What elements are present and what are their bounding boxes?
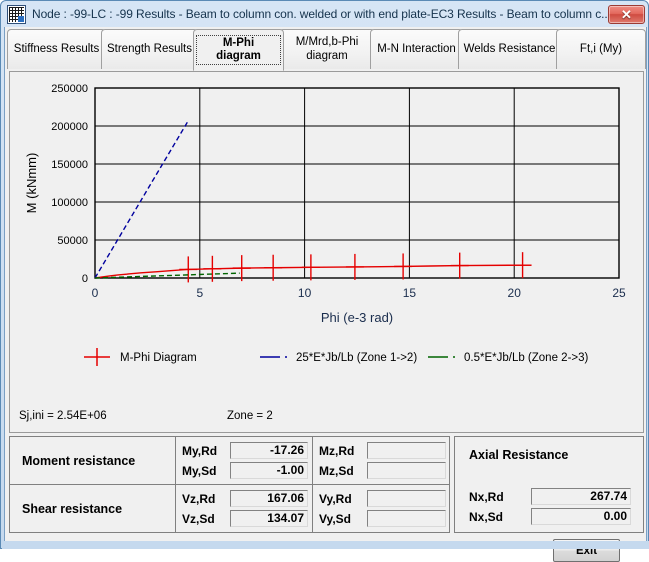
window-bottom-strip [2,541,649,549]
field-vz-sd: Vz,Sd 134.07 [182,509,308,528]
shear-z-group: Vz,Rd 167.06 Vz,Sd 134.07 [176,485,313,533]
field-vy-sd: Vy,Sd [319,509,446,528]
window-title-bar: Node : -99-LC : -99 Results - Beam to co… [2,2,649,27]
moment-z-group: Mz,Rd Mz,Sd [313,437,450,484]
tab-ft-i-my[interactable]: Ft,i (My) [556,29,646,69]
sj-ini-value: Sj,ini = 2.54E+06 [19,410,107,422]
data-point-marker [232,255,251,282]
vy-sd-value[interactable] [367,510,446,527]
tab-welds-resistance[interactable]: Welds Resistance [458,29,561,69]
x-tick-label: 20 [508,286,522,300]
icon-badge [18,16,24,22]
y-tick-label: 250000 [51,83,88,95]
plot-frame [94,87,620,279]
tab-m-n-interaction[interactable]: M-N Interaction [370,29,463,69]
data-point-marker [345,253,364,280]
close-button[interactable]: ✕ [608,5,645,24]
x-tick-label: 5 [196,286,203,300]
field-vz-rd: Vz,Rd 167.06 [182,489,308,508]
tab-m-phi-diagram[interactable]: M-Phi diagram [193,29,284,71]
m-phi-chart: 0 50000 100000 150000 200000 250000 0 5 10 15 20 25… [24,83,626,366]
field-label: Nx,Rd [469,489,504,504]
field-label: My,Rd [182,443,218,458]
field-label: Mz,Rd [319,443,355,458]
tab-label: M-N Interaction [377,42,456,55]
field-my-sd: My,Sd -1.00 [182,461,308,480]
field-mz-rd: Mz,Rd [319,441,446,460]
field-label: Vz,Sd [182,511,215,526]
data-point-marker [513,252,532,279]
vz-sd-value[interactable]: 134.07 [230,510,308,527]
tab-label: Welds Resistance [463,42,556,55]
tab-strip: Stiffness Results Strength Results M-Phi… [7,29,646,71]
tab-label: M-Phi diagram [196,34,281,66]
moment-y-group: My,Rd -17.26 My,Sd -1.00 [176,437,313,484]
nx-sd-value[interactable]: 0.00 [531,508,631,525]
resistance-results-panel: Moment resistance My,Rd -17.26 My,Sd -1.… [9,436,450,533]
y-tick-label: 200000 [51,121,88,133]
nx-rd-value[interactable]: 267.74 [531,488,631,505]
m-phi-chart-panel: 0 50000 100000 150000 200000 250000 0 5 10 15 20 25… [9,71,644,433]
moment-resistance-title: Moment resistance [10,437,176,484]
tab-label: M/Mrd,b-Phi diagram [295,36,359,62]
close-icon: ✕ [621,7,632,22]
y-tick-label: 50000 [57,235,88,247]
tab-stiffness-results[interactable]: Stiffness Results [7,29,106,69]
field-label: Mz,Sd [319,463,354,478]
legend-label: 0.5*E*Jb/Lb (Zone 2->3) [464,352,589,364]
legend-item-0: M-Phi Diagram [84,348,197,366]
field-nx-sd: Nx,Sd 0.00 [469,507,631,526]
mz-sd-value[interactable] [367,462,446,479]
field-label: Vy,Rd [319,491,352,506]
field-label: My,Sd [182,463,217,478]
axial-resistance-panel: Axial Resistance Nx,Rd 267.74 Nx,Sd 0.00 [454,436,644,533]
x-axis-label: Phi (e-3 rad) [321,310,393,325]
legend-item-1: 25*E*Jb/Lb (Zone 1->2) [260,352,417,364]
vz-rd-value[interactable]: 167.06 [230,490,308,507]
window-title: Node : -99-LC : -99 Results - Beam to co… [32,7,608,21]
field-label: Vy,Sd [319,511,352,526]
field-label: Vz,Rd [182,491,216,506]
x-tick-label: 25 [612,286,626,300]
series-line-1 [94,120,189,279]
shear-y-group: Vy,Rd Vy,Sd [313,485,450,533]
results-window: Node : -99-LC : -99 Results - Beam to co… [0,0,649,562]
tab-label: Ft,i (My) [579,42,623,55]
field-nx-rd: Nx,Rd 267.74 [469,487,631,506]
y-tick-label: 100000 [51,197,88,209]
x-tick-label: 0 [92,286,99,300]
my-rd-value[interactable]: -17.26 [230,442,308,459]
tab-strength-results[interactable]: Strength Results [101,29,198,69]
x-tick-label: 10 [298,286,312,300]
tab-label: Stiffness Results [13,42,100,55]
data-point-marker [450,252,469,279]
field-vy-rd: Vy,Rd [319,489,446,508]
tab-m-mrd-b-phi-diagram[interactable]: M/Mrd,b-Phi diagram [279,29,375,69]
application-icon [7,5,26,24]
y-axis-label: M (kNmm) [24,153,39,214]
shear-resistance-row: Shear resistance Vz,Rd 167.06 Vz,Sd 134.… [10,485,449,533]
window-client-area: Stiffness Results Strength Results M-Phi… [4,27,647,562]
field-mz-sd: Mz,Sd [319,461,446,480]
field-label: Nx,Sd [469,509,504,524]
vy-rd-value[interactable] [367,490,446,507]
zone-value: Zone = 2 [227,410,273,422]
legend-label: 25*E*Jb/Lb (Zone 1->2) [296,352,417,364]
my-sd-value[interactable]: -1.00 [230,462,308,479]
legend-item-2: 0.5*E*Jb/Lb (Zone 2->3) [428,352,589,364]
y-tick-label: 150000 [51,159,88,171]
moment-resistance-row: Moment resistance My,Rd -17.26 My,Sd -1.… [10,437,449,485]
legend-label: M-Phi Diagram [120,352,197,364]
data-point-marker [264,254,283,281]
shear-resistance-title: Shear resistance [10,485,176,533]
axial-resistance-title: Axial Resistance [469,448,569,462]
mz-rd-value[interactable] [367,442,446,459]
x-tick-label: 15 [403,286,417,300]
tab-label: Strength Results [106,42,192,55]
y-tick-label: 0 [82,273,88,285]
field-my-rd: My,Rd -17.26 [182,441,308,460]
